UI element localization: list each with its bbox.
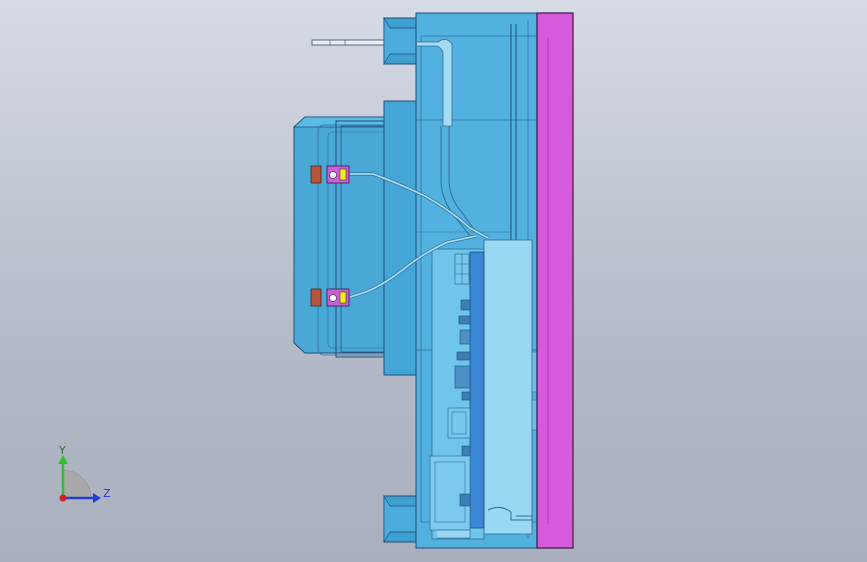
coordinate-triad: Y Z [58, 444, 111, 503]
pcb-assembly[interactable] [429, 239, 539, 540]
triad-quadrant-icon [62, 469, 92, 499]
z-axis-label: Z [103, 487, 111, 500]
pin[interactable] [311, 39, 389, 46]
cad-viewport[interactable]: Y Z [0, 0, 867, 562]
x-axis-icon [59, 494, 67, 502]
connector-bottom[interactable] [310, 288, 350, 307]
y-axis-label: Y [58, 444, 66, 457]
connector-top[interactable] [310, 165, 350, 184]
side-plate[interactable] [536, 12, 574, 549]
